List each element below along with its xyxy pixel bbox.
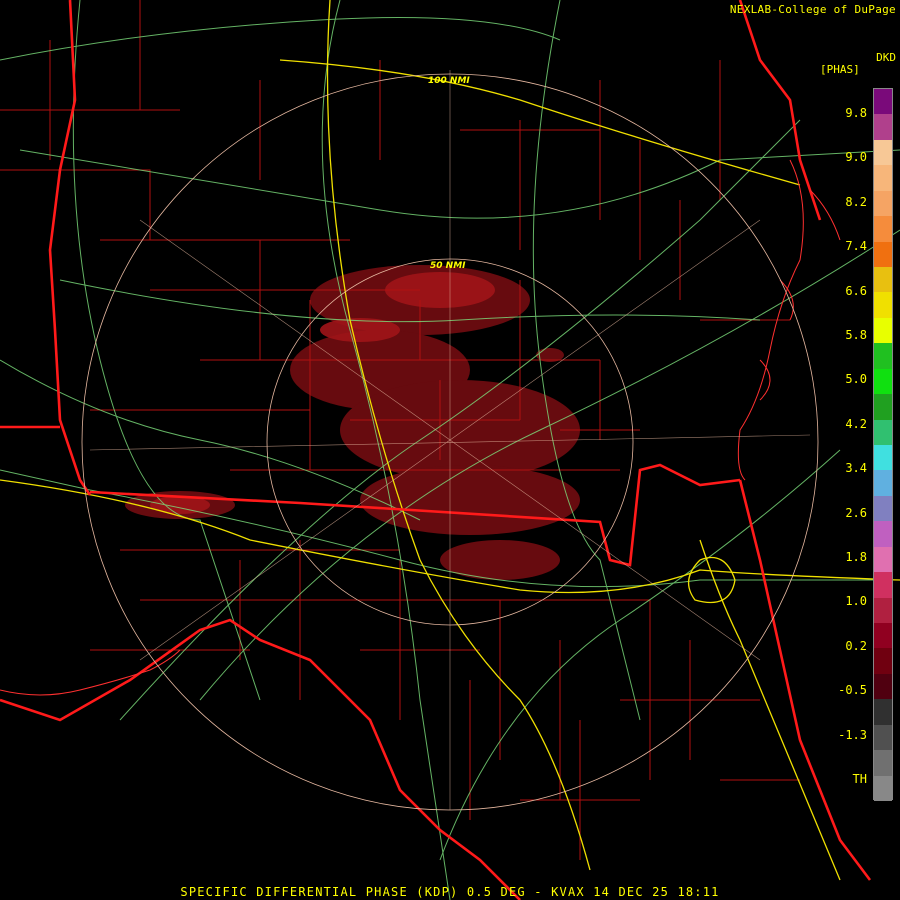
color-swatch bbox=[874, 470, 892, 497]
color-swatch bbox=[874, 572, 892, 599]
color-swatch bbox=[874, 495, 892, 522]
color-swatch bbox=[874, 699, 892, 726]
color-scale-tick: 9.8 bbox=[845, 106, 867, 120]
color-swatch bbox=[874, 114, 892, 141]
color-swatch bbox=[874, 750, 892, 777]
color-scale-tick: 8.2 bbox=[845, 194, 867, 209]
color-swatch bbox=[874, 673, 892, 700]
color-scale-tick: 7.4 bbox=[845, 239, 867, 254]
color-swatch bbox=[874, 724, 892, 751]
units-line2: [PHAS] bbox=[820, 63, 860, 76]
color-swatch bbox=[874, 368, 892, 395]
color-scale-tick: TH bbox=[852, 772, 867, 786]
color-scale-tick: 2.6 bbox=[845, 505, 867, 520]
color-scale-tick: 6.6 bbox=[845, 283, 867, 298]
color-swatch bbox=[874, 190, 892, 217]
radar-map: 100 NMI 50 NMI bbox=[0, 0, 900, 900]
units-label: DKD [PHAS] bbox=[820, 52, 896, 76]
color-scale-tick: 1.0 bbox=[845, 594, 867, 609]
color-scale-tick: 0.2 bbox=[845, 638, 867, 653]
color-swatch bbox=[874, 165, 892, 192]
color-swatch bbox=[874, 317, 892, 344]
range-label-50: 50 NMI bbox=[430, 261, 466, 271]
color-swatch bbox=[874, 419, 892, 446]
color-scale-tick: 5.8 bbox=[845, 328, 867, 342]
color-scale-tick: -1.3 bbox=[838, 727, 867, 742]
color-swatch bbox=[874, 343, 892, 370]
color-swatch bbox=[874, 648, 892, 675]
color-scale-tick: 9.0 bbox=[845, 150, 867, 165]
color-swatch bbox=[874, 546, 892, 573]
color-swatch bbox=[874, 139, 892, 166]
color-swatch bbox=[874, 775, 892, 802]
credit-label: NEXLAB-College of DuPage bbox=[729, 3, 896, 16]
color-swatch bbox=[874, 292, 892, 319]
color-swatch bbox=[874, 267, 892, 293]
color-swatch bbox=[874, 394, 892, 421]
color-scale-tick: -0.5 bbox=[838, 683, 867, 698]
color-swatch bbox=[874, 521, 892, 548]
color-scale-tick: 1.8 bbox=[845, 550, 867, 564]
color-scale-tick: 4.2 bbox=[845, 416, 867, 431]
color-swatch bbox=[874, 597, 892, 624]
color-scale-tick: 5.0 bbox=[845, 372, 867, 387]
color-swatch bbox=[874, 241, 892, 268]
color-swatch bbox=[874, 445, 892, 471]
color-swatch bbox=[874, 216, 892, 243]
color-swatch bbox=[874, 623, 892, 649]
color-scale-tick: 3.4 bbox=[845, 461, 867, 476]
range-label-100: 100 NMI bbox=[428, 76, 470, 86]
color-swatch bbox=[874, 89, 892, 115]
color-scale-bar bbox=[873, 88, 893, 802]
product-caption: SPECIFIC DIFFERENTIAL PHASE (KDP) 0.5 DE… bbox=[180, 885, 720, 899]
